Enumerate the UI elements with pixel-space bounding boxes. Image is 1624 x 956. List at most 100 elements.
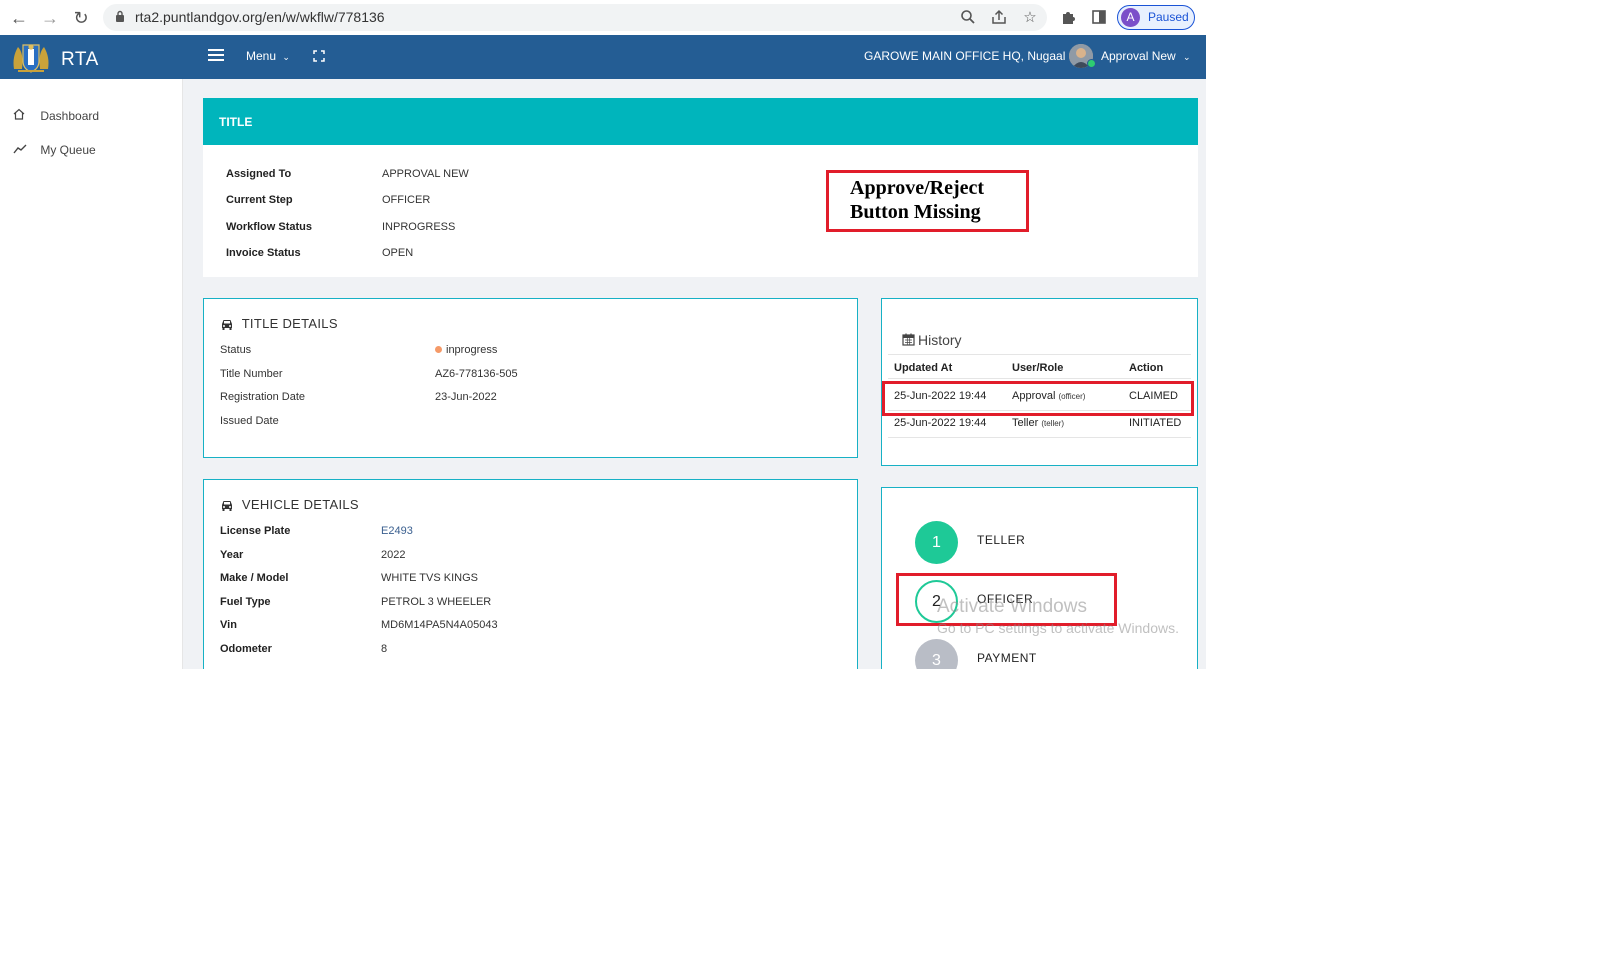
title-card-header: TITLE [203, 98, 1198, 145]
field-label: Status [220, 344, 252, 356]
field-value: INPROGRESS [382, 221, 456, 233]
vehicle-details-heading: VEHICLE DETAILS [220, 497, 359, 514]
field-value: MD6M14PA5N4A05043 [381, 619, 498, 631]
brand-title[interactable]: RTA [61, 49, 99, 71]
field-value: 23-Jun-2022 [435, 391, 497, 403]
car-icon [220, 499, 234, 514]
title-card: TITLE Assigned To APPROVAL NEW Current S… [203, 98, 1198, 277]
table-cell: 25-Jun-2022 19:44 [894, 417, 987, 429]
browser-toolbar: ← → ↻ rta2.puntlandgov.org/en/w/wkflw/77… [0, 0, 1206, 35]
section-heading-text: VEHICLE DETAILS [241, 497, 359, 512]
user-role: (teller) [1041, 419, 1065, 428]
menu-dropdown-button[interactable]: Menu ⌄ [246, 49, 290, 63]
field-label: Odometer [220, 643, 272, 655]
forward-arrow-icon[interactable]: → [40, 8, 60, 28]
back-arrow-icon[interactable]: ← [9, 8, 29, 28]
home-icon [13, 108, 27, 123]
field-value: 8 [381, 643, 388, 655]
url-text[interactable]: rta2.puntlandgov.org/en/w/wkflw/778136 [135, 9, 385, 25]
history-heading: History [902, 332, 962, 349]
field-label: Title Number [220, 368, 283, 380]
field-label: License Plate [220, 525, 291, 537]
step-label: TELLER [977, 533, 1026, 547]
user-name-label: Approval New [1101, 49, 1176, 63]
fullscreen-icon[interactable] [313, 50, 325, 62]
step-number-circle: 3 [915, 639, 958, 669]
app-header: RTA Menu ⌄ GAROWE MAIN OFFICE HQ, Nugaal… [0, 35, 1206, 79]
annotation-text: Approve/Reject Button Missing [850, 176, 984, 224]
user-name: Teller [1012, 417, 1039, 429]
table-divider [888, 437, 1191, 438]
field-value: PETROL 3 WHEELER [381, 596, 492, 608]
table-cell: INITIATED [1129, 417, 1182, 429]
table-divider [888, 378, 1191, 379]
annotation-callout: Approve/Reject Button Missing [826, 170, 1029, 232]
history-row-highlight [882, 381, 1194, 416]
online-status-dot [1087, 59, 1096, 68]
field-value: OPEN [382, 247, 414, 259]
bookmark-star-icon[interactable]: ☆ [1021, 9, 1039, 27]
annotation-line: Approve/Reject [850, 177, 985, 199]
profile-paused-button[interactable]: A Paused [1117, 5, 1195, 30]
chevron-down-icon: ⌄ [1183, 52, 1191, 62]
hamburger-menu-icon[interactable] [208, 49, 224, 62]
field-value: APPROVAL NEW [382, 168, 469, 180]
windows-watermark-subtitle: Go to PC settings to activate Windows. [937, 620, 1179, 636]
title-card-heading: TITLE [219, 115, 253, 129]
field-label: Invoice Status [226, 247, 301, 259]
menu-label: Menu [246, 49, 277, 63]
field-value: OFFICER [382, 194, 431, 206]
vehicle-details-card: VEHICLE DETAILS License Plate E2493 Year… [203, 479, 858, 669]
profile-avatar: A [1121, 8, 1140, 27]
step-number-circle: 1 [915, 521, 958, 564]
reload-icon[interactable]: ↻ [71, 8, 91, 28]
user-menu-button[interactable]: Approval New ⌄ [1101, 49, 1191, 63]
table-cell: Teller (teller) [1012, 417, 1064, 429]
calendar-icon [902, 333, 915, 349]
annotation-line: Button Missing [850, 201, 981, 223]
status-dot [435, 346, 442, 353]
field-label: Assigned To [226, 168, 292, 180]
title-details-card: TITLE DETAILS Status inprogress Title Nu… [203, 298, 858, 458]
field-label: Workflow Status [226, 221, 312, 233]
field-value: AZ6-778136-505 [435, 368, 518, 380]
profile-status-label: Paused [1148, 10, 1189, 24]
title-details-heading: TITLE DETAILS [220, 316, 338, 333]
chevron-down-icon: ⌄ [282, 52, 290, 62]
screenshot-viewport: ← → ↻ rta2.puntlandgov.org/en/w/wkflw/77… [0, 0, 1206, 669]
table-divider [888, 354, 1191, 355]
field-label: Fuel Type [220, 596, 271, 608]
field-label: Year [220, 549, 244, 561]
field-value: 2022 [381, 549, 406, 561]
field-label: Vin [220, 619, 237, 631]
column-header: User/Role [1012, 362, 1064, 374]
history-heading-text: History [918, 332, 962, 348]
step-label: PAYMENT [977, 651, 1037, 665]
puntland-emblem-logo[interactable] [10, 39, 52, 75]
share-icon[interactable] [990, 9, 1008, 27]
trend-icon [13, 143, 27, 157]
lock-icon [116, 10, 124, 22]
section-heading-text: TITLE DETAILS [241, 316, 338, 331]
field-label: Current Step [226, 194, 293, 206]
field-value: WHITE TVS KINGS [381, 572, 478, 584]
field-label: Issued Date [220, 415, 279, 427]
sidebar: Dashboard My Queue [0, 79, 183, 669]
windows-watermark-title: Activate Windows [937, 596, 1087, 617]
sidebar-item-label: Dashboard [40, 109, 100, 123]
field-value: inprogress [446, 344, 498, 356]
sidebar-item-my-queue[interactable]: My Queue [13, 143, 96, 157]
column-header: Action [1129, 362, 1164, 374]
car-icon [220, 318, 234, 333]
field-label: Registration Date [220, 391, 305, 403]
office-location: GAROWE MAIN OFFICE HQ, Nugaal [864, 49, 1066, 63]
license-plate-link[interactable]: E2493 [381, 525, 413, 537]
status-badge: inprogress [435, 344, 497, 356]
sidebar-item-label: My Queue [40, 143, 96, 157]
zoom-icon[interactable] [959, 9, 977, 27]
field-label: Make / Model [220, 572, 289, 584]
extensions-puzzle-icon[interactable] [1059, 9, 1077, 27]
side-panel-icon[interactable] [1090, 9, 1108, 27]
sidebar-item-dashboard[interactable]: Dashboard [13, 108, 99, 123]
column-header: Updated At [894, 362, 953, 374]
